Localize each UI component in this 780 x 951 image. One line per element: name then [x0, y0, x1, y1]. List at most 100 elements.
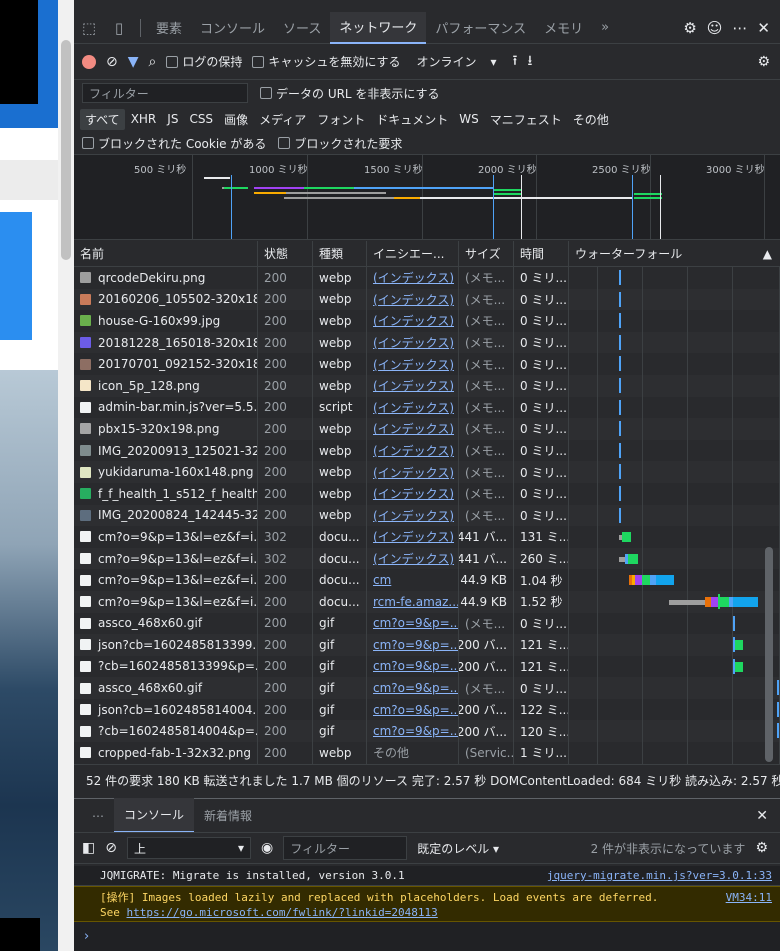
- drawer-tab-console[interactable]: コンソール: [114, 798, 195, 833]
- log-level-select[interactable]: 既定のレベル ▾: [417, 840, 499, 857]
- search-icon[interactable]: ⌕: [149, 54, 157, 70]
- table-row[interactable]: admin-bar.min.js?ver=5.5.... 200 script (イン…: [74, 396, 780, 419]
- request-name[interactable]: admin-bar.min.js?ver=5.5....: [74, 396, 258, 419]
- log-source-link[interactable]: jquery-migrate.min.js?ver=3.0.1:33: [547, 869, 772, 882]
- request-initiator[interactable]: (インデックス): [367, 439, 459, 462]
- type-filter-9[interactable]: マニフェスト: [485, 109, 567, 130]
- table-row[interactable]: cm?o=9&p=13&l=ez&f=i... 200 docu... cm 44.9 …: [74, 569, 780, 591]
- request-name[interactable]: qrcodeDekiru.png: [74, 267, 258, 289]
- blocked-cookies-checkbox[interactable]: ブロックされた Cookie がある: [82, 135, 266, 152]
- device-toolbar-icon[interactable]: ▯: [104, 12, 134, 44]
- request-name[interactable]: cropped-fab-1-32x32.png: [74, 742, 258, 764]
- request-name[interactable]: cm?o=9&p=13&l=ez&f=i...: [74, 590, 258, 613]
- request-initiator[interactable]: (インデックス): [367, 310, 459, 332]
- context-selector[interactable]: 上 ▾: [126, 837, 251, 859]
- request-name[interactable]: json?cb=1602485813399...: [74, 634, 258, 656]
- export-har-icon[interactable]: ⭳: [527, 50, 532, 74]
- checkbox-box[interactable]: [278, 137, 291, 149]
- column-status[interactable]: 状態: [258, 241, 313, 267]
- request-initiator[interactable]: (インデックス): [367, 374, 459, 397]
- request-table-scrollbar[interactable]: [764, 267, 774, 764]
- request-initiator[interactable]: (インデックス): [367, 547, 459, 570]
- type-filter-0[interactable]: すべて: [80, 108, 125, 130]
- table-row[interactable]: cropped-fab-1-32x32.png 200 webp その他 (Servic…: [74, 742, 780, 764]
- request-initiator[interactable]: (インデックス): [367, 396, 459, 419]
- close-icon[interactable]: ✕: [757, 19, 770, 37]
- table-row[interactable]: icon_5p_128.png 200 webp (インデックス) (メモ... 0 ミリ…: [74, 374, 780, 397]
- column-initiator[interactable]: イニシエー...: [367, 241, 459, 267]
- request-name[interactable]: 20181228_165018-320x18...: [74, 331, 258, 354]
- filter-funnel-icon[interactable]: ▼: [128, 54, 139, 70]
- page-scrollbar[interactable]: [58, 0, 74, 951]
- column-waterfall[interactable]: ウォーターフォール ▲: [569, 241, 780, 267]
- request-initiator[interactable]: (インデックス): [367, 331, 459, 354]
- more-tabs-button[interactable]: »: [592, 12, 618, 44]
- request-initiator[interactable]: rcm-fe.amaz...: [367, 590, 459, 613]
- type-filter-5[interactable]: メディア: [254, 109, 311, 130]
- request-initiator[interactable]: (インデックス): [367, 461, 459, 483]
- page-scrollbar-thumb[interactable]: [61, 40, 71, 260]
- request-initiator[interactable]: (インデックス): [367, 482, 459, 505]
- network-settings-gear-icon[interactable]: ⚙: [757, 54, 770, 70]
- warn-source-link[interactable]: VM34:11: [726, 890, 772, 905]
- drawer-menu-icon[interactable]: ⋯: [82, 801, 114, 831]
- request-name[interactable]: f_f_health_1_s512_f_health...: [74, 482, 258, 505]
- type-filter-2[interactable]: JS: [162, 110, 183, 128]
- console-settings-gear-icon[interactable]: ⚙: [755, 840, 768, 856]
- type-filter-8[interactable]: WS: [454, 110, 483, 128]
- table-row[interactable]: house-G-160x99.jpg 200 webp (インデックス) (メモ... 0…: [74, 310, 780, 332]
- feedback-icon[interactable]: ☺: [707, 19, 723, 37]
- request-name[interactable]: house-G-160x99.jpg: [74, 310, 258, 332]
- request-name[interactable]: ?cb=1602485814004&p=...: [74, 720, 258, 743]
- request-initiator[interactable]: cm?o=9&p=...: [367, 698, 459, 721]
- request-name[interactable]: cm?o=9&p=13&l=ez&f=i...: [74, 547, 258, 570]
- request-initiator[interactable]: cm?o=9&p=...: [367, 677, 459, 699]
- request-initiator[interactable]: cm?o=9&p=...: [367, 655, 459, 678]
- live-expression-eye-icon[interactable]: ◉: [261, 840, 273, 856]
- table-row[interactable]: cm?o=9&p=13&l=ez&f=i... 302 docu... (インデックス…: [74, 526, 780, 548]
- request-initiator[interactable]: cm?o=9&p=...: [367, 612, 459, 635]
- throttling-select[interactable]: オンライン ▾: [410, 51, 503, 72]
- console-filter-input[interactable]: フィルター: [283, 836, 408, 860]
- record-button[interactable]: [82, 54, 96, 69]
- request-name[interactable]: icon_5p_128.png: [74, 374, 258, 397]
- preserve-log-checkbox[interactable]: ログの保持: [166, 53, 242, 70]
- type-filter-3[interactable]: CSS: [184, 110, 218, 128]
- table-row[interactable]: 20170701_092152-320x18... 200 webp (インデックス)…: [74, 353, 780, 375]
- request-initiator[interactable]: cm?o=9&p=...: [367, 634, 459, 656]
- request-initiator[interactable]: (インデックス): [367, 288, 459, 311]
- table-row[interactable]: qrcodeDekiru.png 200 webp (インデックス) (メモ... 0 ミ…: [74, 267, 780, 289]
- checkbox-box[interactable]: [82, 137, 94, 149]
- checkbox-box[interactable]: [260, 87, 272, 99]
- more-options-icon[interactable]: ⋯: [732, 19, 747, 37]
- clear-icon[interactable]: ⊘: [106, 54, 118, 70]
- request-name[interactable]: 20160206_105502-320x18...: [74, 288, 258, 311]
- drawer-close-icon[interactable]: ✕: [756, 808, 768, 824]
- type-filter-4[interactable]: 画像: [219, 109, 253, 130]
- request-name[interactable]: 20170701_092152-320x18...: [74, 353, 258, 375]
- request-initiator[interactable]: (インデックス): [367, 418, 459, 440]
- type-filter-10[interactable]: その他: [568, 109, 614, 130]
- column-size[interactable]: サイズ: [459, 241, 514, 267]
- settings-gear-icon[interactable]: ⚙: [683, 19, 696, 37]
- table-row[interactable]: cm?o=9&p=13&l=ez&f=i... 200 docu... rcm-fe.…: [74, 590, 780, 613]
- clear-console-icon[interactable]: ⊘: [105, 840, 117, 856]
- type-filter-7[interactable]: ドキュメント: [371, 109, 453, 130]
- request-name[interactable]: cm?o=9&p=13&l=ez&f=i...: [74, 569, 258, 591]
- tab-3[interactable]: ネットワーク: [330, 11, 427, 44]
- request-initiator[interactable]: (インデックス): [367, 526, 459, 548]
- checkbox-box[interactable]: [252, 55, 265, 68]
- checkbox-box[interactable]: [166, 55, 179, 68]
- table-row[interactable]: yukidaruma-160x148.png 200 webp (インデックス) (メモ…: [74, 461, 780, 483]
- request-initiator[interactable]: その他: [367, 742, 459, 764]
- warn-help-link[interactable]: https://go.microsoft.com/fwlink/?linkid=…: [127, 906, 438, 919]
- tab-1[interactable]: コンソール: [191, 12, 274, 44]
- column-type[interactable]: 種類: [313, 241, 367, 267]
- tab-4[interactable]: パフォーマンス: [426, 12, 535, 44]
- sidebar-toggle-icon[interactable]: ◧: [82, 840, 95, 856]
- request-name[interactable]: yukidaruma-160x148.png: [74, 461, 258, 483]
- scrollbar-thumb[interactable]: [765, 547, 773, 762]
- import-har-icon[interactable]: ⭱: [513, 50, 518, 74]
- table-row[interactable]: IMG_20200824_142445-32... 200 webp (インデックス)…: [74, 504, 780, 527]
- tab-0[interactable]: 要素: [147, 12, 191, 44]
